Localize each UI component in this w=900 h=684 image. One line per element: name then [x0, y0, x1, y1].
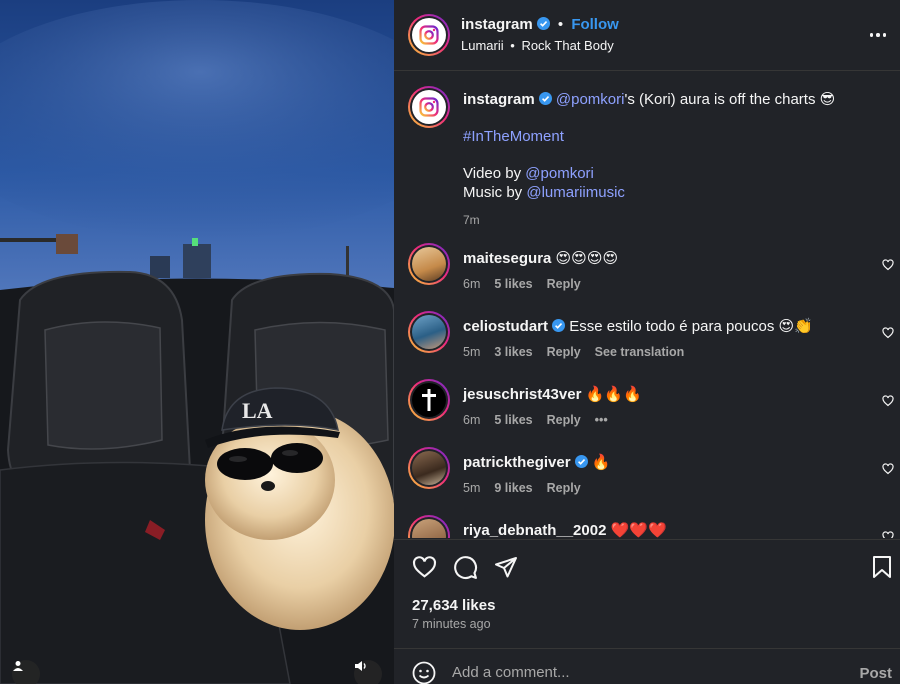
comment-like-heart-icon[interactable]	[882, 531, 894, 538]
comment-input[interactable]	[452, 662, 832, 682]
verified-badge-icon	[536, 17, 550, 30]
comment-time: 5m	[463, 481, 481, 495]
caption-mention[interactable]: @pomkori	[556, 91, 625, 108]
save-button[interactable]	[868, 553, 896, 581]
like-button[interactable]	[410, 553, 438, 581]
post-caption: instagram @pomkori's (Kori) aura is off …	[463, 91, 883, 230]
author-avatar[interactable]	[408, 14, 450, 56]
music-by-label: Music by	[463, 183, 523, 201]
commenter-avatar[interactable]	[408, 243, 450, 285]
user-icon	[13, 661, 23, 671]
comment-item: jesuschrist43ver 🔥🔥🔥 6m 5 likes Reply •••	[394, 378, 900, 446]
comment-text: Esse estilo todo é para poucos 😍👏	[569, 318, 813, 335]
comment-text: 😍😍😍😍	[555, 250, 619, 267]
header-separator: •	[557, 16, 564, 33]
verified-badge-icon	[538, 92, 552, 105]
comment-username[interactable]: celiostudart	[463, 318, 548, 335]
comment-likes[interactable]: 9 likes	[494, 481, 532, 495]
emoji-icon[interactable]	[412, 661, 436, 684]
verified-badge-icon	[574, 455, 588, 468]
comment-icon	[453, 555, 477, 579]
comment-item: celiostudart Esse estilo todo é para pou…	[394, 310, 900, 378]
verified-badge-icon	[552, 319, 566, 332]
music-track: Rock That Body	[521, 38, 614, 53]
video-frame-illustration: LA	[0, 0, 394, 684]
video-by-label: Video by	[463, 165, 522, 182]
likes-count[interactable]: 27,634 likes	[412, 597, 495, 614]
comment-username[interactable]: maitesegura	[463, 250, 551, 267]
music-separator: •	[510, 38, 515, 53]
caption-author[interactable]: instagram	[463, 91, 535, 108]
comment-username[interactable]: patrickthegiver	[463, 454, 571, 471]
audio-toggle-button[interactable]	[354, 660, 382, 684]
share-icon	[495, 557, 517, 578]
post-comment-button[interactable]: Post	[859, 665, 892, 682]
follow-button[interactable]: Follow	[571, 16, 619, 33]
caption-body: 's (Kori) aura is off the charts 😎	[624, 91, 836, 108]
post-details-panel: instagram • Follow Lumarii • Rock That B…	[394, 0, 900, 684]
comment-username[interactable]: riya_debnath__2002	[463, 522, 606, 538]
speaker-icon	[355, 661, 366, 671]
reply-button[interactable]: Reply	[547, 277, 581, 291]
comment-likes[interactable]: 3 likes	[494, 345, 532, 359]
comment-like-heart-icon[interactable]	[882, 327, 894, 339]
comment-likes[interactable]: 5 likes	[494, 277, 532, 291]
tagged-users-button[interactable]	[12, 660, 40, 684]
bookmark-icon	[873, 556, 891, 578]
comment-username[interactable]: jesuschrist43ver	[463, 386, 581, 403]
actions-divider	[394, 539, 900, 540]
comment-time: 6m	[463, 277, 481, 291]
comment-text: ❤️❤️❤️	[610, 522, 667, 538]
reply-button[interactable]: Reply	[547, 481, 581, 495]
comment-item: riya_debnath__2002 ❤️❤️❤️	[394, 514, 900, 538]
instagram-logo-icon	[419, 25, 439, 45]
commenter-avatar[interactable]	[408, 311, 450, 353]
comment-likes[interactable]: 5 likes	[494, 413, 532, 427]
post-action-bar	[394, 548, 900, 588]
music-artist: Lumarii	[461, 38, 504, 53]
music-info[interactable]: Lumarii • Rock That Body	[461, 38, 614, 53]
comment-options-button[interactable]: •••	[595, 413, 608, 427]
see-translation-button[interactable]: See translation	[595, 345, 685, 359]
heart-icon	[412, 555, 436, 578]
post-video[interactable]: LA	[0, 0, 394, 684]
commenter-avatar[interactable]	[408, 379, 450, 421]
comment-like-heart-icon[interactable]	[882, 395, 894, 407]
comment-item: patrickthegiver 🔥 5m 9 likes Reply	[394, 446, 900, 514]
svg-text:LA: LA	[242, 398, 273, 423]
post-timestamp: 7 minutes ago	[412, 617, 491, 631]
comments-scroll-area[interactable]: instagram @pomkori's (Kori) aura is off …	[394, 71, 900, 538]
caption-hashtag[interactable]: #InTheMoment	[463, 128, 564, 145]
instagram-logo-icon	[419, 97, 439, 117]
comment-composer: Post	[394, 649, 900, 684]
author-username[interactable]: instagram	[461, 16, 533, 33]
caption-time: 7m	[463, 213, 480, 227]
comment-like-heart-icon[interactable]	[882, 259, 894, 271]
comment-like-heart-icon[interactable]	[882, 463, 894, 475]
caption-author-avatar[interactable]	[408, 86, 450, 128]
cross-icon	[422, 389, 436, 411]
comment-text: 🔥🔥🔥	[585, 386, 642, 403]
video-by-link[interactable]: @pomkori	[525, 165, 594, 182]
music-by-link[interactable]: @lumariimusic	[526, 184, 625, 201]
comment-time: 5m	[463, 345, 481, 359]
reply-button[interactable]: Reply	[547, 345, 581, 359]
comment-item: maitesegura 😍😍😍😍 6m 5 likes Reply	[394, 242, 900, 310]
commenter-avatar[interactable]	[408, 447, 450, 489]
commenter-avatar[interactable]	[408, 515, 450, 538]
post-header-line: instagram • Follow	[461, 16, 619, 33]
more-options-button[interactable]	[866, 23, 890, 47]
comment-time: 6m	[463, 413, 481, 427]
comment-button[interactable]	[451, 553, 479, 581]
share-button[interactable]	[492, 553, 520, 581]
more-options-icon	[869, 33, 874, 37]
reply-button[interactable]: Reply	[547, 413, 581, 427]
comment-text: 🔥	[591, 454, 611, 471]
